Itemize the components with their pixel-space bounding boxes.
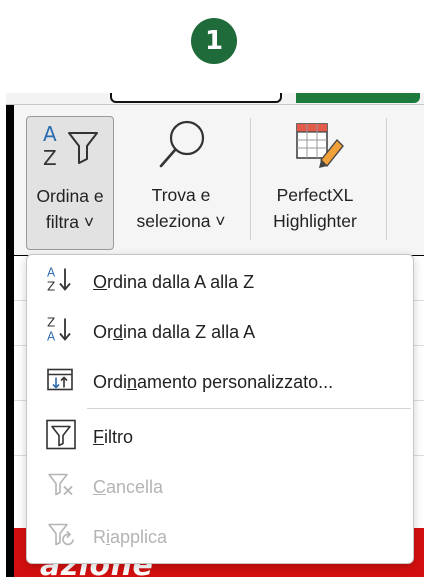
menu-label-custom-sort: Ordinamento personalizzato... <box>93 371 334 392</box>
reapply-filter-icon <box>45 520 77 555</box>
sort-and-filter-button[interactable]: A Z Ordina e filtra ˅ <box>26 116 114 250</box>
search-box-edge <box>110 93 282 103</box>
svg-text:Z: Z <box>43 146 57 170</box>
svg-text:A: A <box>43 122 57 146</box>
step-number-badge: 1 <box>191 18 237 64</box>
svg-text:Z: Z <box>47 280 55 294</box>
find-and-select-button[interactable]: Trova e seleziona ˅ <box>118 116 244 250</box>
perfectxl-label-line1: PerfectXL <box>276 185 354 205</box>
sort-filter-label-line2: filtra ˅ <box>45 212 95 232</box>
sort-filter-dropdown-menu: A Z Ordina dalla A alla Z Z A Ordina dal… <box>26 254 414 564</box>
find-select-label-line2: seleziona ˅ <box>136 211 226 231</box>
menu-label-sort-z-to-a: Ordina dalla Z alla A <box>93 321 256 342</box>
find-select-label-line1: Trova e <box>151 185 211 205</box>
filter-icon <box>45 419 77 456</box>
custom-sort-icon <box>45 365 77 400</box>
menu-item-reapply-filter[interactable]: Riapplica <box>27 512 413 562</box>
ribbon-group-separator <box>386 118 387 240</box>
sort-filter-label-line1: Ordina e <box>36 186 104 206</box>
magnifier-icon <box>151 116 211 179</box>
menu-item-filter[interactable]: Filtro <box>27 412 413 462</box>
menu-label-clear-filter: Cancella <box>93 476 164 497</box>
sort-a-to-z-icon: A Z <box>45 265 77 300</box>
menu-item-sort-a-to-z[interactable]: A Z Ordina dalla A alla Z <box>27 257 413 307</box>
svg-text:A: A <box>47 330 56 344</box>
ribbon-group-separator <box>250 118 251 240</box>
menu-item-clear-filter[interactable]: Cancella <box>27 462 413 512</box>
menu-separator <box>87 408 411 409</box>
clear-filter-icon <box>45 470 77 505</box>
share-button-edge <box>296 93 420 103</box>
menu-item-custom-sort[interactable]: Ordinamento personalizzato... <box>27 357 413 407</box>
sort-az-filter-icon: A Z <box>35 119 105 178</box>
perfectxl-highlighter-button[interactable]: PerfectXL Highlighter <box>256 116 374 250</box>
menu-label-sort-a-to-z: Ordina dalla A alla Z <box>93 271 255 292</box>
menu-label-filter: Filtro <box>93 426 134 447</box>
svg-text:A: A <box>47 266 56 280</box>
svg-text:Z: Z <box>47 316 55 330</box>
menu-label-reapply-filter: Riapplica <box>93 526 168 547</box>
menu-item-sort-z-to-a[interactable]: Z A Ordina dalla Z alla A <box>27 307 413 357</box>
sort-z-to-a-icon: Z A <box>45 315 77 350</box>
table-highlighter-icon <box>285 116 345 179</box>
perfectxl-label-line2: Highlighter <box>273 211 357 231</box>
